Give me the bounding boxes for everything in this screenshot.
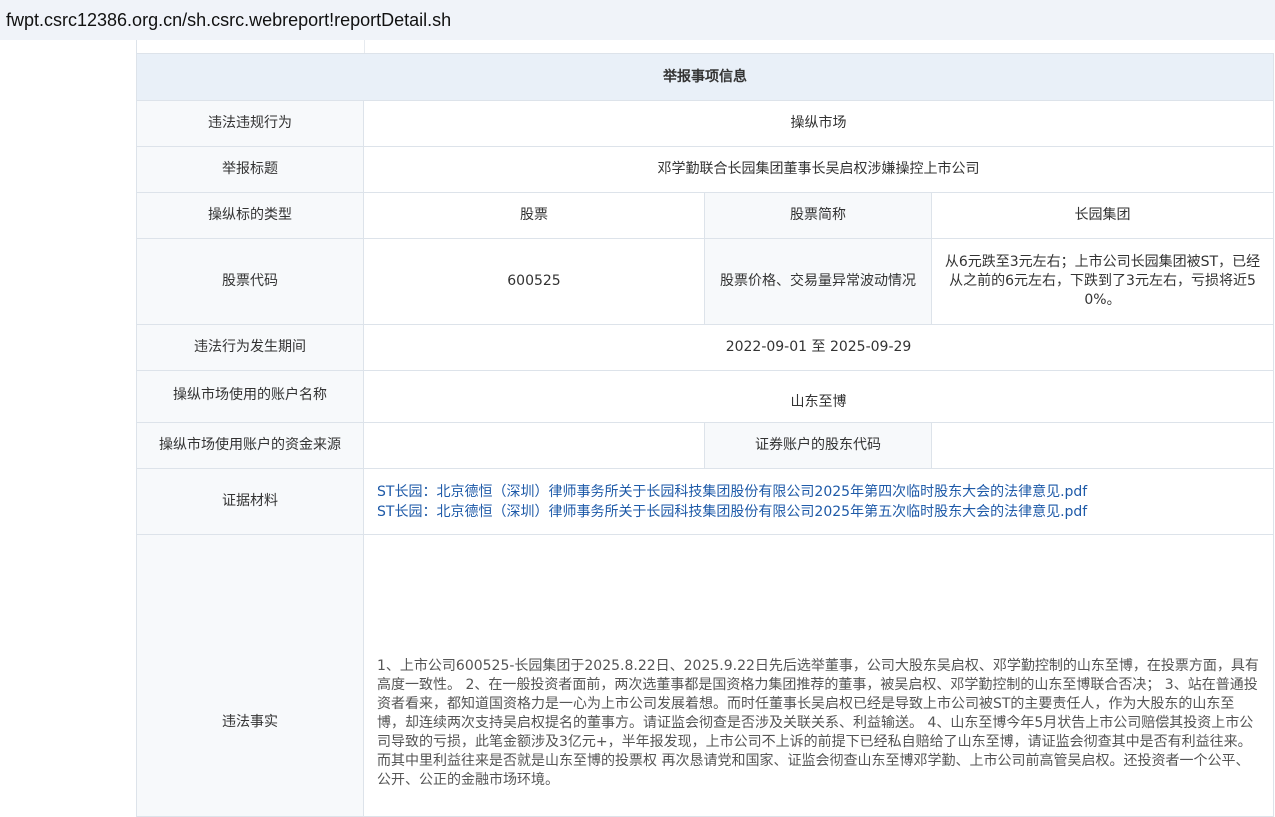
section-header-row: 举报事项信息 (136, 53, 1274, 101)
violation-type-label: 违法违规行为 (136, 100, 364, 147)
evidence-file-link[interactable]: ST长园：北京德恒（深圳）律师事务所关于长园科技集团股份有限公司2025年第四次… (377, 482, 1261, 502)
holder-code-value (931, 422, 1274, 469)
target-type-label: 操纵标的类型 (136, 192, 364, 239)
report-info-table: 举报事项信息 违法违规行为 操纵市场 举报标题 邓学勤联合长园集团董事长吴启权涉… (136, 53, 1274, 817)
report-title-label: 举报标题 (136, 146, 364, 193)
facts-label: 违法事实 (136, 534, 364, 817)
target-type-row: 操纵标的类型 股票 股票简称 长园集团 (136, 192, 1274, 239)
period-label: 违法行为发生期间 (136, 324, 364, 371)
browser-address-bar[interactable]: fwpt.csrc12386.org.cn/sh.csrc.webreport!… (0, 0, 1275, 40)
price-anomaly-value: 从6元跌至3元左右；上市公司长园集团被ST，已经从之前的6元左右，下跌到了3元左… (931, 238, 1274, 325)
stock-abbr-label: 股票简称 (704, 192, 932, 239)
target-type-value: 股票 (363, 192, 705, 239)
report-title-value: 邓学勤联合长园集团董事长吴启权涉嫌操控上市公司 (363, 146, 1274, 193)
fund-source-row: 操纵市场使用账户的资金来源 证券账户的股东代码 (136, 422, 1274, 469)
evidence-file-link[interactable]: ST长园：北京德恒（深圳）律师事务所关于长园科技集团股份有限公司2025年第五次… (377, 502, 1261, 522)
report-title-row: 举报标题 邓学勤联合长园集团董事长吴启权涉嫌操控上市公司 (136, 146, 1274, 193)
facts-row: 违法事实 1、上市公司600525-长园集团于2025.8.22日、2025.9… (136, 534, 1274, 817)
evidence-files: ST长园：北京德恒（深圳）律师事务所关于长园科技集团股份有限公司2025年第四次… (363, 468, 1274, 535)
stock-code-value: 600525 (363, 238, 705, 325)
stock-abbr-value: 长园集团 (931, 192, 1274, 239)
evidence-row: 证据材料 ST长园：北京德恒（深圳）律师事务所关于长园科技集团股份有限公司202… (136, 468, 1274, 535)
table-top-strip (136, 40, 1275, 53)
fund-source-label: 操纵市场使用账户的资金来源 (136, 422, 364, 469)
stock-code-row: 股票代码 600525 股票价格、交易量异常波动情况 从6元跌至3元左右；上市公… (136, 238, 1274, 325)
account-name-label: 操纵市场使用的账户名称 (136, 370, 364, 423)
period-row: 违法行为发生期间 2022-09-01 至 2025-09-29 (136, 324, 1274, 371)
fund-source-value (363, 422, 705, 469)
facts-value: 1、上市公司600525-长园集团于2025.8.22日、2025.9.22日先… (363, 534, 1274, 817)
report-detail-page: 举报事项信息 违法违规行为 操纵市场 举报标题 邓学勤联合长园集团董事长吴启权涉… (0, 40, 1275, 817)
account-name-row: 操纵市场使用的账户名称 山东至博 (136, 370, 1274, 423)
browser-url-text: fwpt.csrc12386.org.cn/sh.csrc.webreport!… (6, 9, 452, 30)
period-value: 2022-09-01 至 2025-09-29 (363, 324, 1274, 371)
stock-code-label: 股票代码 (136, 238, 364, 325)
holder-code-label: 证券账户的股东代码 (704, 422, 932, 469)
account-name-value: 山东至博 (363, 370, 1274, 423)
price-anomaly-label: 股票价格、交易量异常波动情况 (704, 238, 932, 325)
violation-type-value: 操纵市场 (363, 100, 1274, 147)
evidence-label: 证据材料 (136, 468, 364, 535)
section-title: 举报事项信息 (136, 53, 1274, 101)
violation-type-row: 违法违规行为 操纵市场 (136, 100, 1274, 147)
